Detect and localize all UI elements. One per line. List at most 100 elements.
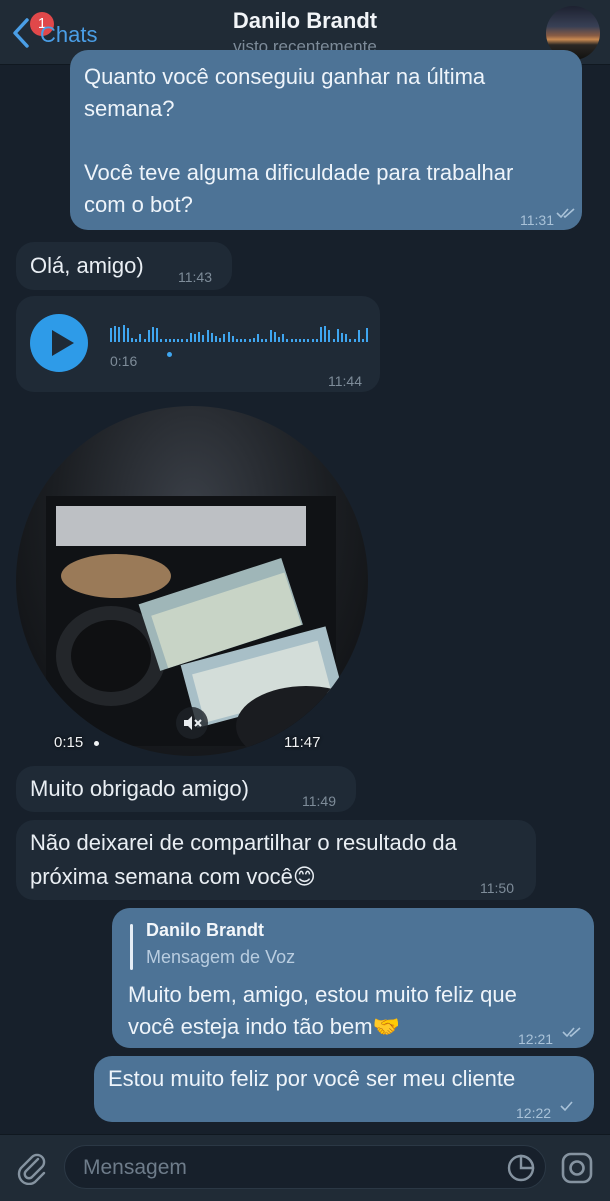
- chevron-left-icon: [13, 18, 29, 48]
- waveform-bar: [252, 338, 255, 342]
- message-incoming[interactable]: Não deixarei de compartilhar o resultado…: [16, 820, 536, 900]
- double-check-icon: [556, 208, 575, 219]
- message-text: Quanto você conseguiu ganhar na última: [84, 64, 486, 89]
- waveform-bar: [324, 326, 327, 342]
- waveform-bar: [152, 327, 154, 342]
- waveform-bar: [160, 339, 163, 342]
- waveform-bar: [282, 334, 285, 342]
- waveform-bar: [198, 332, 201, 342]
- message-text: com o bot?: [84, 192, 193, 217]
- unplayed-dot: [167, 352, 172, 357]
- waveform-bar: [341, 333, 343, 342]
- waveform-bar: [135, 339, 138, 342]
- waveform-bar: [126, 328, 129, 342]
- waveform-bar: [156, 328, 159, 342]
- waveform-bar: [194, 334, 196, 342]
- video-frame: [46, 496, 368, 756]
- message-time: 12:22: [516, 1105, 552, 1121]
- message-input[interactable]: [81, 1152, 485, 1184]
- waveform-bar: [177, 339, 180, 342]
- unplayed-dot: [94, 741, 99, 746]
- message-text: Muito obrigado amigo): [30, 776, 249, 801]
- waveform-bar: [278, 337, 280, 342]
- waveform-bar: [248, 339, 251, 342]
- waveform-bar: [311, 339, 314, 342]
- message-time: 11:31: [520, 212, 554, 228]
- waveform-bar: [261, 339, 264, 342]
- contact-name[interactable]: Danilo Brandt: [130, 8, 480, 34]
- waveform-bar: [357, 330, 360, 342]
- reply-preview[interactable]: Mensagem de Voz: [146, 947, 295, 968]
- message-text: Muito bem, amigo, estou muito feliz que: [128, 982, 517, 1007]
- message-text: você esteja indo tão bem🤝: [128, 1014, 400, 1039]
- camera-icon[interactable]: [560, 1151, 594, 1185]
- speaker-muted-icon: [184, 716, 202, 730]
- message-text: próxima semana com você😊: [30, 864, 316, 889]
- reply-author[interactable]: Danilo Brandt: [146, 920, 264, 941]
- waveform-bar: [286, 339, 289, 342]
- video-message[interactable]: [16, 406, 368, 756]
- message-text: Não deixarei de compartilhar o resultado…: [30, 830, 457, 855]
- waveform-bar: [210, 333, 213, 342]
- waveform-bar: [303, 339, 306, 342]
- waveform-bar: [332, 339, 335, 342]
- sticker-icon[interactable]: [506, 1153, 536, 1183]
- waveform-bar: [143, 339, 146, 342]
- waveform-bar: [257, 334, 259, 342]
- waveform-bar: [189, 333, 192, 342]
- message-text: Estou muito feliz por você ser meu clien…: [108, 1066, 516, 1091]
- waveform-bar: [122, 325, 125, 342]
- waveform-bar: [219, 338, 222, 342]
- mute-button[interactable]: [176, 707, 208, 739]
- voice-message[interactable]: 0:16 11:44: [16, 296, 380, 392]
- message-time: 11:44: [328, 373, 362, 389]
- message-input-box[interactable]: [64, 1145, 546, 1189]
- waveform-bar: [236, 339, 238, 342]
- waveform-bar: [168, 339, 171, 342]
- waveform-bar: [240, 339, 243, 342]
- voice-waveform[interactable]: [110, 322, 370, 342]
- message-time: 11:50: [480, 880, 514, 896]
- back-label: Chats: [40, 22, 98, 47]
- waveform-bar: [185, 339, 188, 342]
- play-button[interactable]: [30, 314, 88, 372]
- waveform-bar: [244, 339, 247, 342]
- video-duration: 0:15: [54, 734, 84, 751]
- message-outgoing[interactable]: Quanto você conseguiu ganhar na última s…: [70, 50, 582, 230]
- message-time: 11:49: [302, 793, 336, 809]
- paperclip-icon[interactable]: [14, 1149, 48, 1185]
- waveform-bar: [320, 327, 322, 342]
- waveform-bar: [294, 339, 297, 342]
- waveform-bar: [328, 330, 331, 342]
- waveform-bar: [349, 339, 352, 342]
- waveform-bar: [223, 334, 226, 342]
- message-outgoing[interactable]: Estou muito feliz por você ser meu clien…: [94, 1056, 594, 1122]
- message-incoming[interactable]: Olá, amigo) 11:43: [16, 242, 232, 290]
- waveform-bar: [366, 328, 369, 342]
- waveform-bar: [173, 339, 175, 342]
- message-incoming[interactable]: Muito obrigado amigo) 11:49: [16, 766, 356, 812]
- waveform-bar: [227, 332, 230, 342]
- waveform-bar: [345, 334, 348, 342]
- waveform-bar: [114, 326, 117, 342]
- reply-quote-bar: [130, 924, 133, 970]
- waveform-bar: [362, 339, 364, 342]
- waveform-bar: [202, 335, 205, 342]
- waveform-bar: [110, 328, 112, 342]
- message-text: Olá, amigo): [30, 253, 144, 278]
- double-check-icon: [562, 1027, 581, 1038]
- composer: [0, 1134, 610, 1201]
- waveform-bar: [131, 338, 133, 342]
- waveform-bar: [118, 327, 121, 342]
- waveform-bar: [139, 334, 142, 342]
- back-button[interactable]: 1 Chats: [8, 10, 118, 54]
- waveform-bar: [181, 339, 184, 342]
- waveform-bar: [353, 339, 356, 342]
- waveform-bar: [265, 339, 268, 342]
- waveform-bar: [164, 339, 167, 342]
- voice-duration: 0:16: [110, 353, 138, 369]
- waveform-bar: [231, 336, 234, 342]
- waveform-bar: [147, 330, 150, 342]
- waveform-bar: [315, 339, 318, 342]
- waveform-bar: [215, 336, 217, 342]
